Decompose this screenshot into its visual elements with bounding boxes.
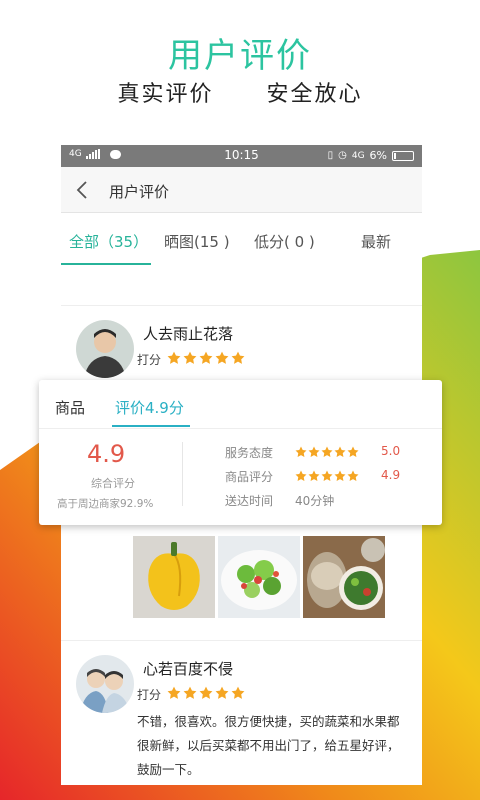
star-icon xyxy=(231,351,245,364)
goods-score-value: 4.9 xyxy=(381,468,401,482)
compare-text: 高于周边商家92.9% xyxy=(57,498,154,510)
active-tab-indicator xyxy=(112,425,190,427)
yellow-pepper-photo[interactable] xyxy=(133,536,215,618)
goods-stars xyxy=(295,470,359,482)
salad-photo[interactable] xyxy=(218,536,300,618)
vertical-divider xyxy=(182,442,183,506)
star-icon xyxy=(167,351,181,364)
battery-icon xyxy=(392,150,414,161)
star-icon xyxy=(183,351,197,364)
review-username: 人去雨止花落 xyxy=(143,325,234,343)
service-label: 服务态度 xyxy=(225,446,274,460)
divider xyxy=(61,305,422,306)
delivery-time-label: 送达时间 xyxy=(225,494,274,508)
divider xyxy=(61,640,422,641)
battery-percent: 6% xyxy=(369,149,387,162)
alarm-icon: ◷ xyxy=(338,150,347,161)
avatar xyxy=(76,320,134,378)
tab-goods[interactable]: 商品 xyxy=(55,397,85,418)
service-value: 5.0 xyxy=(381,444,401,458)
star-icon xyxy=(321,446,333,457)
rating-summary-card: 商品 评价4.9分 4.9 综合评分 高于周边商家92.9% 服务态度 5.0 … xyxy=(39,380,442,525)
review-text: 不错，很喜欢。很方便快捷，买的蔬菜和水果都 很新鲜，以后买菜都不用出门了，给五星… xyxy=(137,710,400,782)
star-icon xyxy=(334,446,346,457)
promo-title: 用户评价 xyxy=(168,36,312,76)
tab-with-photos[interactable]: 晒图(15 ) xyxy=(164,231,230,252)
star-icon xyxy=(199,686,213,699)
star-icon xyxy=(167,686,181,699)
star-icon xyxy=(231,686,245,699)
nav-bar: 用户评价 xyxy=(61,167,422,213)
star-icon xyxy=(215,686,229,699)
tab-low-score[interactable]: 低分( 0 ) xyxy=(254,231,315,252)
star-icon xyxy=(215,351,229,364)
star-icon xyxy=(295,470,307,481)
page-title: 用户评价 xyxy=(109,183,170,201)
promo-subtitle: 真实评价 安全放心 xyxy=(0,76,480,108)
star-icon xyxy=(183,686,197,699)
overall-score: 4.9 xyxy=(87,440,126,468)
delivery-time-value: 40分钟 xyxy=(295,494,335,508)
review-filter-tabs: 全部（35） 晒图(15 ) 低分( 0 ) 最新 xyxy=(61,213,422,265)
rating-stars xyxy=(167,686,245,700)
promo-subtitle-right: 安全放心 xyxy=(266,82,363,107)
active-tab-indicator xyxy=(61,263,151,265)
tab-rating[interactable]: 评价4.9分 xyxy=(115,397,184,418)
overall-score-label: 综合评分 xyxy=(91,477,135,490)
star-icon xyxy=(199,351,213,364)
review-username: 心若百度不侵 xyxy=(143,660,234,678)
promo-subtitle-left: 真实评价 xyxy=(117,82,214,107)
review-text-line: 不错，很喜欢。很方便快捷，买的蔬菜和水果都 xyxy=(137,714,400,729)
star-icon xyxy=(334,470,346,481)
star-icon xyxy=(347,470,359,481)
star-icon xyxy=(347,446,359,457)
star-icon xyxy=(295,446,307,457)
network-right-label: 4G xyxy=(351,150,365,161)
tab-latest[interactable]: 最新 xyxy=(361,231,391,252)
divider xyxy=(39,428,442,429)
rating-stars xyxy=(167,351,245,365)
avatar xyxy=(76,655,134,713)
status-bar: 4G 10:15 ▯ ◷ 4G 6% xyxy=(61,145,422,167)
review-text-line: 鼓励一下。 xyxy=(137,762,200,777)
star-icon xyxy=(308,470,320,481)
salad-bowls-photo[interactable] xyxy=(303,536,385,618)
back-arrow-icon[interactable] xyxy=(75,181,89,199)
service-stars xyxy=(295,446,359,458)
vibrate-icon: ▯ xyxy=(327,150,334,161)
score-label: 打分 xyxy=(137,353,162,367)
tab-all[interactable]: 全部（35） xyxy=(69,231,148,252)
star-icon xyxy=(308,446,320,457)
star-icon xyxy=(321,470,333,481)
score-label: 打分 xyxy=(137,688,162,702)
review-text-line: 很新鲜，以后买菜都不用出门了，给五星好评， xyxy=(137,738,400,753)
goods-score-label: 商品评分 xyxy=(225,470,274,484)
